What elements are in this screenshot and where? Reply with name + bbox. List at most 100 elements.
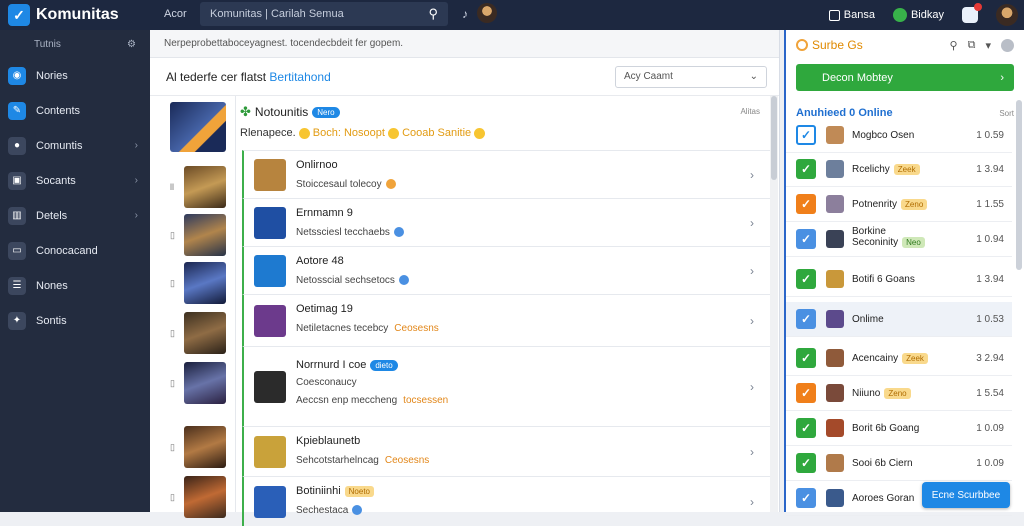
sidebar-item-4[interactable]: ▥ Detels › — [0, 198, 150, 233]
search-icon[interactable]: ⚲ — [428, 6, 438, 22]
topic-sub-chip: Ceosesns — [394, 323, 439, 334]
checkmark-icon: ✓ — [796, 348, 816, 368]
member-name-text: Sooi 6b Ciern — [852, 457, 913, 469]
topic-subtitle: Stoiccesaul tolecoy — [296, 179, 396, 190]
topic-row[interactable]: Botiniinhi Noeto Sechestaca › — [242, 476, 770, 526]
online-member-row[interactable]: ✓ Niiuno Zeno 1 5.54 — [786, 376, 1012, 411]
chevron-right-icon[interactable]: › — [750, 216, 754, 230]
featured-sub-mid: Boch: Nosoopt — [312, 127, 385, 139]
online-member-row[interactable]: ✓ Rcelichy Zeek 1 3.94 — [786, 152, 1012, 187]
settings-icon[interactable]: ⚙ — [127, 39, 136, 50]
chevron-right-icon: › — [134, 175, 138, 186]
topbar-pill-bidkay[interactable]: Bidkay — [892, 8, 944, 22]
online-member-row[interactable]: ✓ Sooi 6b Ciern 1 0.09 — [786, 446, 1012, 481]
topic-row[interactable]: Onlirnoo Stoiccesaul tolecoy › — [242, 150, 770, 198]
sidebar-header-label: Tutnis — [34, 38, 61, 50]
expand-icon[interactable]: ⧉ — [968, 39, 976, 52]
panel-scrollbar[interactable] — [1016, 100, 1022, 270]
brand[interactable]: ✓ Komunitas — [0, 0, 150, 30]
pencil-icon: ✎ — [8, 101, 26, 120]
row-marker-icon: ▯ — [170, 230, 175, 240]
topic-thumbnail[interactable] — [184, 214, 226, 256]
notification-badge — [974, 3, 982, 11]
row-marker-icon: ▯ — [170, 492, 175, 502]
game-icon — [826, 126, 844, 144]
scrollbar-thumb[interactable] — [771, 96, 777, 180]
topic-subtitle: Sechestaca — [296, 505, 363, 516]
topic-thumbnail[interactable] — [184, 262, 226, 304]
box-icon: ▣ — [8, 171, 26, 190]
sidebar-item-5[interactable]: ▭ Conocacand — [0, 233, 150, 268]
pin-icon: ✦ — [8, 311, 26, 330]
topic-row[interactable]: Norrnurd I coe dieto Coesconaucy Aeccsn enp… — [242, 346, 770, 426]
sidebar-item-label: Comuntis — [36, 139, 83, 152]
topic-row[interactable]: Kpieblaunetb Sehcotstarhelncag Ceosesns › — [242, 426, 770, 476]
user-avatar[interactable] — [996, 4, 1018, 26]
row-marker-icon: ▯ — [170, 378, 175, 388]
sort-label[interactable]: Sort — [999, 109, 1014, 118]
chevron-right-icon[interactable]: › — [750, 168, 754, 182]
sidebar-item-2[interactable]: ● Comuntis › — [0, 128, 150, 163]
top-nav-link[interactable]: Acor — [164, 8, 187, 20]
online-member-row[interactable]: ✓ Borit 6b Goang 1 0.09 — [786, 411, 1012, 446]
chevron-right-icon[interactable]: › — [750, 380, 754, 394]
topic-title: Aotore 48 — [296, 255, 344, 267]
search-icon[interactable]: ⚲ — [950, 39, 958, 52]
panel-avatar[interactable] — [1001, 38, 1014, 52]
filter-link[interactable]: Bertitahond — [269, 70, 330, 84]
topic-thumbnail[interactable] — [184, 362, 226, 404]
topbar-pill-bansa[interactable]: Bansa — [828, 9, 875, 21]
topic-thumbnail[interactable] — [184, 426, 226, 468]
online-member-row[interactable]: ✓ Botifi 6 Goans 1 3.94 — [786, 262, 1012, 297]
online-member-row[interactable]: ✓ Mogbco Osen 1 0.59 — [786, 118, 1012, 153]
topic-thumbnail[interactable] — [184, 166, 226, 208]
topic-thumbnail[interactable] — [170, 102, 226, 152]
topic-title: Ernmamn 9 — [296, 207, 353, 219]
chevron-right-icon[interactable]: › — [750, 495, 754, 509]
avatar[interactable] — [477, 3, 497, 23]
filter-bar: Al tederfe cer flatst Bertitahond Acy Ca… — [150, 58, 779, 96]
member-time: 1 0.53 — [976, 313, 1004, 325]
topic-row[interactable]: Oetimag 19 Netiletacnes tecebcy Ceosesns › — [242, 294, 770, 346]
sidebar-header: Tutnis ⚙ — [0, 30, 150, 58]
scrollbar[interactable] — [770, 96, 778, 512]
smile-icon — [388, 127, 399, 139]
member-time: 1 0.09 — [976, 422, 1004, 434]
sidebar-item-3[interactable]: ▣ Socants › — [0, 163, 150, 198]
topic-subtitle-text: Sechestaca — [296, 505, 349, 516]
search-input[interactable]: Komunitas | Carilah Semua ⚲ — [200, 2, 448, 26]
sidebar-item-0[interactable]: ◉ Nories — [0, 58, 150, 93]
checkmark-icon: ✓ — [796, 229, 816, 249]
online-member-row[interactable]: ✓ Onlime 1 0.53 — [786, 302, 1012, 337]
status-dot-icon — [385, 179, 396, 190]
join-button[interactable]: Decon Mobtey › — [796, 64, 1014, 91]
topic-chip: Noeto — [344, 486, 374, 497]
featured-topic[interactable]: ✤ Notounitis Nero Rlenapece. Boch: Nosoo… — [240, 96, 770, 150]
sort-select[interactable]: Acy Caamt ⌄ — [615, 65, 767, 88]
sidebar-item-7[interactable]: ✦ Sontis — [0, 303, 150, 338]
member-name: Aoroes Goran — [852, 493, 914, 504]
online-member-row[interactable]: ✓ Borkine Seconinity Neo 1 0.94 — [786, 222, 1012, 257]
online-member-row[interactable]: ✓ Acencainy Zeek 3 2.94 — [786, 341, 1012, 376]
topic-subtitle: Aeccsn enp meccheng tocsessen — [296, 395, 448, 406]
topic-icon — [254, 207, 286, 239]
sidebar-item-6[interactable]: ☰ Nones — [0, 268, 150, 303]
topic-thumbnail[interactable] — [184, 312, 226, 354]
chevron-right-icon[interactable]: › — [750, 445, 754, 459]
topic-row[interactable]: Ernmamn 9 Netssciesl tecchaebs › — [242, 198, 770, 246]
chevron-down-icon[interactable]: ▾ — [985, 39, 991, 52]
mic-icon[interactable]: ♪ — [462, 7, 468, 21]
float-action-button[interactable]: Ecne Scurbbee — [922, 482, 1010, 508]
topic-row[interactable]: Aotore 48 Netosscial sechsetocs › — [242, 246, 770, 294]
online-member-row[interactable]: ✓ Potnenrity Zeno 1 1.55 — [786, 187, 1012, 222]
member-sub-text: Seconinity — [852, 237, 899, 248]
top-bar: ✓ Komunitas Acor Komunitas | Carilah Sem… — [0, 0, 1024, 30]
chevron-right-icon[interactable]: › — [750, 314, 754, 328]
chevron-right-icon[interactable]: › — [750, 264, 754, 278]
sidebar-item-1[interactable]: ✎ Contents — [0, 93, 150, 128]
notification-icon[interactable] — [962, 3, 982, 23]
topic-icon — [254, 486, 286, 518]
checkmark-icon: ✓ — [796, 269, 816, 289]
member-name: Sooi 6b Ciern — [852, 458, 913, 469]
game-icon — [826, 230, 844, 248]
